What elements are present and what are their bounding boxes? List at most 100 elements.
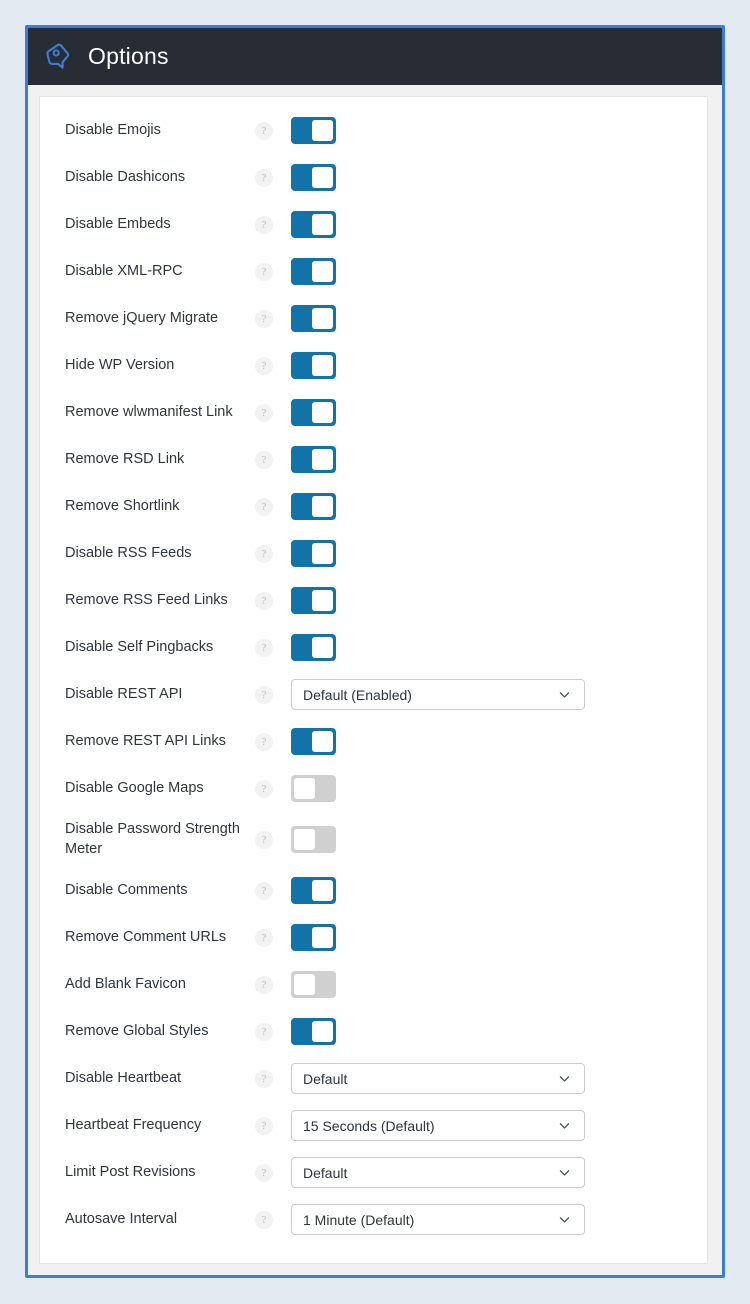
toggle-switch[interactable] <box>291 924 336 951</box>
toggle-switch[interactable] <box>291 211 336 238</box>
option-label: Autosave Interval <box>65 1210 178 1227</box>
select-dropdown[interactable]: Default (Enabled) <box>291 679 585 710</box>
option-row: Remove REST API Links? <box>40 718 707 765</box>
option-control <box>291 1018 707 1045</box>
option-row: Remove jQuery Migrate? <box>40 295 707 342</box>
option-control <box>291 728 707 755</box>
help-icon[interactable]: ? <box>255 356 273 375</box>
option-control <box>291 540 707 567</box>
help-icon[interactable]: ? <box>255 881 273 900</box>
help-icon[interactable]: ? <box>255 1022 273 1041</box>
toggle-switch[interactable] <box>291 493 336 520</box>
chevron-down-icon <box>558 1119 571 1132</box>
select-dropdown[interactable]: Default <box>291 1157 585 1188</box>
help-icon[interactable]: ? <box>255 732 273 751</box>
option-row: Disable Comments? <box>40 867 707 914</box>
help-icon[interactable]: ? <box>255 168 273 187</box>
toggle-switch[interactable] <box>291 258 336 285</box>
option-label: Disable RSS Feeds <box>65 544 192 561</box>
toggle-switch[interactable] <box>291 728 336 755</box>
help-icon[interactable]: ? <box>255 830 273 849</box>
option-row: Hide WP Version? <box>40 342 707 389</box>
option-row: Autosave Interval? 1 Minute (Default) <box>40 1196 707 1243</box>
toggle-knob <box>312 214 333 235</box>
option-row: Remove Shortlink? <box>40 483 707 530</box>
options-list: Disable Emojis? Disable Dashicons? Disable… <box>40 97 707 1243</box>
help-icon[interactable]: ? <box>255 591 273 610</box>
toggle-knob <box>312 308 333 329</box>
toggle-switch[interactable] <box>291 775 336 802</box>
toggle-switch[interactable] <box>291 305 336 332</box>
option-control <box>291 775 707 802</box>
toggle-switch[interactable] <box>291 587 336 614</box>
option-label: Disable REST API <box>65 685 183 702</box>
help-icon[interactable]: ? <box>255 779 273 798</box>
toggle-switch[interactable] <box>291 826 336 853</box>
help-icon[interactable]: ? <box>255 215 273 234</box>
option-control <box>291 587 707 614</box>
option-control <box>291 826 707 853</box>
toggle-switch[interactable] <box>291 164 336 191</box>
toggle-switch[interactable] <box>291 399 336 426</box>
toggle-switch[interactable] <box>291 971 336 998</box>
toggle-switch[interactable] <box>291 540 336 567</box>
toggle-knob <box>312 543 333 564</box>
help-icon[interactable]: ? <box>255 928 273 947</box>
option-row: Disable Self Pingbacks? <box>40 624 707 671</box>
help-icon[interactable]: ? <box>255 309 273 328</box>
toggle-switch[interactable] <box>291 634 336 661</box>
option-row: Disable Google Maps? <box>40 765 707 812</box>
help-icon[interactable]: ? <box>255 1116 273 1135</box>
help-icon[interactable]: ? <box>255 121 273 140</box>
option-control <box>291 211 707 238</box>
toggle-knob <box>312 927 333 948</box>
help-icon[interactable]: ? <box>255 544 273 563</box>
help-icon[interactable]: ? <box>255 262 273 281</box>
option-label: Remove jQuery Migrate <box>65 309 219 326</box>
help-icon[interactable]: ? <box>255 450 273 469</box>
option-control <box>291 634 707 661</box>
help-icon[interactable]: ? <box>255 638 273 657</box>
option-control: Default (Enabled) <box>291 679 707 710</box>
option-label: Disable Comments <box>65 881 188 898</box>
toggle-switch[interactable] <box>291 117 336 144</box>
help-icon[interactable]: ? <box>255 1210 273 1229</box>
toggle-knob <box>312 880 333 901</box>
toggle-switch[interactable] <box>291 877 336 904</box>
option-label: Disable Embeds <box>65 215 171 232</box>
option-row: Heartbeat Frequency? 15 Seconds (Default) <box>40 1102 707 1149</box>
help-icon[interactable]: ? <box>255 403 273 422</box>
options-card: Disable Emojis? Disable Dashicons? Disable… <box>39 96 708 1264</box>
help-icon[interactable]: ? <box>255 975 273 994</box>
toggle-knob <box>294 974 315 995</box>
select-dropdown[interactable]: 1 Minute (Default) <box>291 1204 585 1235</box>
option-label: Remove RSS Feed Links <box>65 591 228 608</box>
toggle-knob <box>312 261 333 282</box>
option-row: Limit Post Revisions? Default <box>40 1149 707 1196</box>
option-row: Remove RSS Feed Links? <box>40 577 707 624</box>
option-control <box>291 971 707 998</box>
option-label: Remove Shortlink <box>65 497 180 514</box>
select-dropdown[interactable]: Default <box>291 1063 585 1094</box>
option-row: Remove RSD Link? <box>40 436 707 483</box>
option-control <box>291 877 707 904</box>
toggle-switch[interactable] <box>291 1018 336 1045</box>
chevron-down-icon <box>558 1072 571 1085</box>
option-row: Remove wlwmanifest Link? <box>40 389 707 436</box>
option-row: Disable Password Strength Meter? <box>40 812 707 867</box>
option-control: 15 Seconds (Default) <box>291 1110 707 1141</box>
help-icon[interactable]: ? <box>255 685 273 704</box>
option-label: Disable Google Maps <box>65 779 204 796</box>
option-row: Disable REST API? Default (Enabled) <box>40 671 707 718</box>
toggle-switch[interactable] <box>291 352 336 379</box>
toggle-knob <box>294 778 315 799</box>
help-icon[interactable]: ? <box>255 1069 273 1088</box>
option-label: Disable Password Strength Meter <box>65 820 240 857</box>
select-dropdown[interactable]: 15 Seconds (Default) <box>291 1110 585 1141</box>
perfmatters-tag-icon <box>45 42 74 71</box>
option-label: Heartbeat Frequency <box>65 1116 202 1133</box>
help-icon[interactable]: ? <box>255 1163 273 1182</box>
help-icon[interactable]: ? <box>255 497 273 516</box>
toggle-switch[interactable] <box>291 446 336 473</box>
option-control <box>291 924 707 951</box>
